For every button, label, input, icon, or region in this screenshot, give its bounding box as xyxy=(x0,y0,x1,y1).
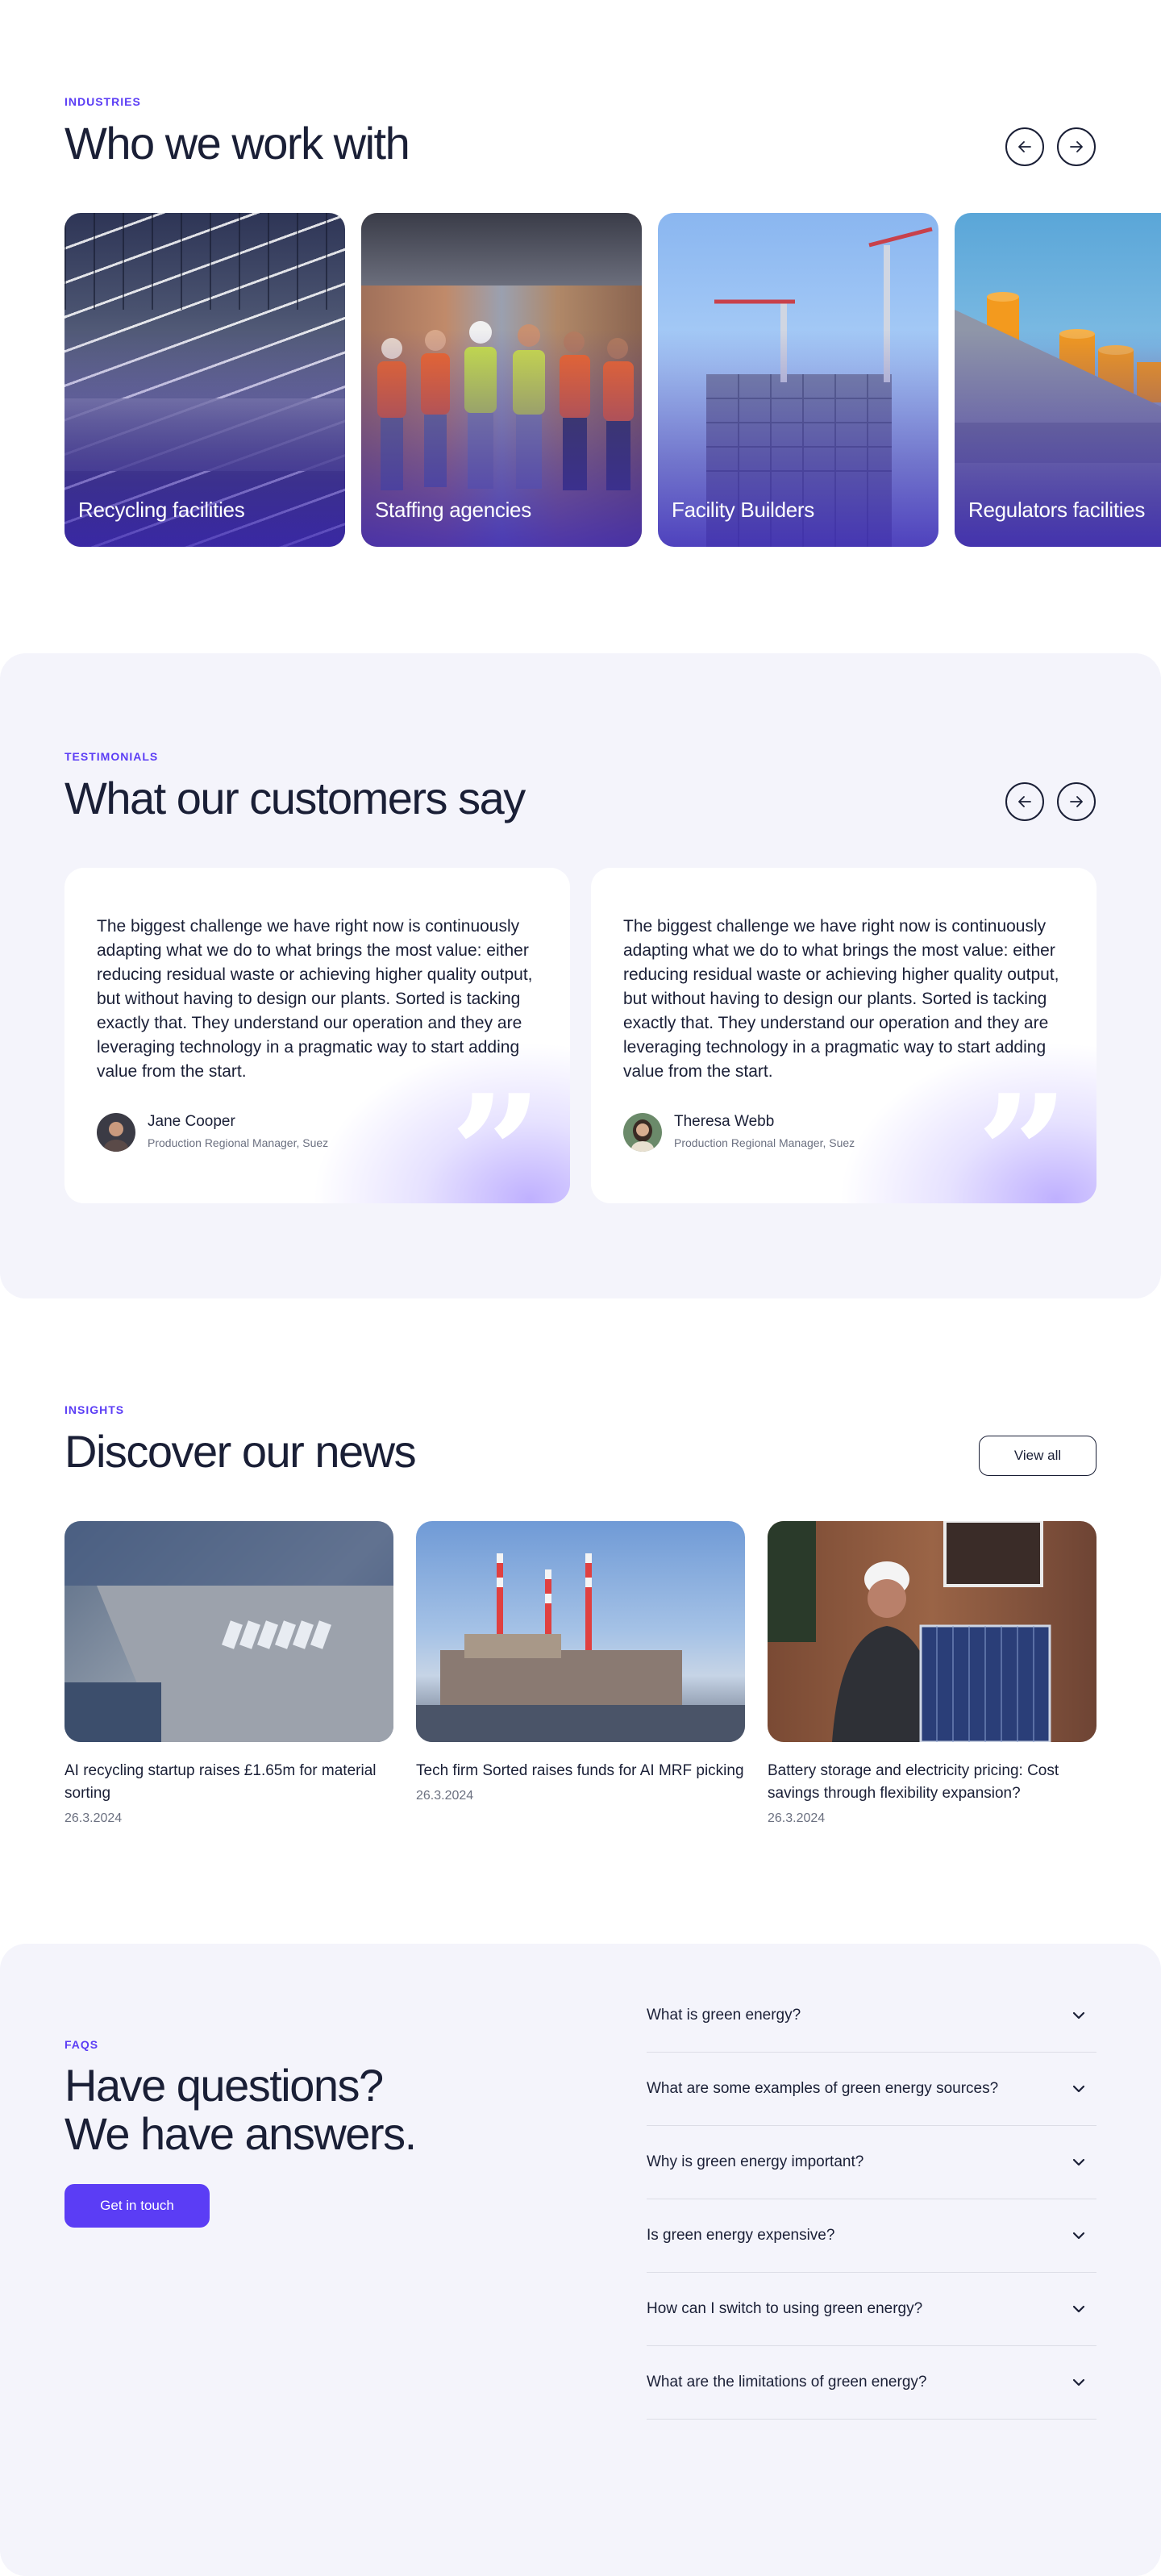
arrow-right-icon xyxy=(1070,141,1083,152)
news-date: 26.3.2024 xyxy=(768,1811,826,1825)
faq-title-line-2: We have answers. xyxy=(64,2108,417,2160)
testimonials-title: What our customers say xyxy=(64,773,526,823)
industry-card-recycling[interactable]: Recycling facilities xyxy=(64,213,345,547)
quote-mark-icon: ” xyxy=(449,1060,543,1204)
news-image xyxy=(64,1521,393,1742)
faq-question: Why is green energy important? xyxy=(647,2153,864,2170)
chevron-down-icon xyxy=(1072,2011,1085,2020)
testimonials-next-button[interactable] xyxy=(1057,782,1096,821)
chevron-down-icon xyxy=(1072,2305,1085,2313)
chevron-down-icon xyxy=(1072,2085,1085,2093)
arrow-left-icon xyxy=(1018,141,1031,152)
faq-title: Have questions? We have answers. xyxy=(64,2061,516,2159)
testimonial-author-role: Production Regional Manager, Suez xyxy=(674,1136,855,1149)
faq-question: How can I switch to using green energy? xyxy=(647,2300,923,2317)
chevron-down-icon xyxy=(1072,2378,1085,2386)
faq-question: What are some examples of green energy s… xyxy=(647,2080,999,2097)
news-image xyxy=(768,1521,1096,1742)
industry-label: Recycling facilities xyxy=(78,498,245,522)
news-headline: AI recycling startup raises £1.65m for m… xyxy=(64,1762,377,1802)
view-all-button[interactable]: View all xyxy=(979,1436,1096,1476)
testimonial-author-name: Theresa Webb xyxy=(674,1113,775,1130)
industries-section: INDUSTRIES Who we work with Recycling fa… xyxy=(0,0,1161,653)
news-image xyxy=(416,1521,745,1742)
testimonials-section: TESTIMONIALS What our customers say The … xyxy=(0,653,1161,1298)
testimonial-author-role: Production Regional Manager, Suez xyxy=(148,1136,329,1149)
faq-item[interactable]: Why is green energy important? xyxy=(647,2126,1096,2199)
faq-item[interactable]: What is green energy? xyxy=(647,1979,1096,2053)
faq-title-line-1: Have questions? xyxy=(64,2060,384,2111)
insights-section: INSIGHTS Discover our news View all AI r… xyxy=(0,1298,1161,1944)
faq-item[interactable]: What are the limitations of green energy… xyxy=(647,2346,1096,2420)
industries-prev-button[interactable] xyxy=(1005,127,1044,166)
testimonial-author-name: Jane Cooper xyxy=(148,1113,235,1130)
testimonials-prev-button[interactable] xyxy=(1005,782,1044,821)
faq-question: What is green energy? xyxy=(647,2007,801,2024)
testimonial-card: The biggest challenge we have right now … xyxy=(591,868,1096,1203)
faq-item[interactable]: How can I switch to using green energy? xyxy=(647,2273,1096,2346)
arrow-left-icon xyxy=(1018,796,1031,807)
insights-title: Discover our news xyxy=(64,1426,417,1477)
industries-title: Who we work with xyxy=(64,118,410,169)
avatar xyxy=(623,1113,662,1152)
arrow-right-icon xyxy=(1070,796,1083,807)
industry-label: Regulators facilities xyxy=(968,498,1146,522)
news-card[interactable]: AI recycling startup raises £1.65m for m… xyxy=(64,1521,393,1826)
industry-card-regulators[interactable]: Regulators facilities xyxy=(955,213,1161,547)
industries-eyebrow: INDUSTRIES xyxy=(64,95,141,108)
faq-question: What are the limitations of green energy… xyxy=(647,2374,927,2391)
testimonial-quote: The biggest challenge we have right now … xyxy=(623,917,1059,1081)
industries-next-button[interactable] xyxy=(1057,127,1096,166)
faq-section: FAQS Have questions? We have answers. Ge… xyxy=(0,1944,1161,2576)
faq-eyebrow: FAQS xyxy=(64,2038,99,2051)
faq-list: What is green energy? What are some exam… xyxy=(647,1979,1096,2420)
faq-item[interactable]: Is green energy expensive? xyxy=(647,2199,1096,2273)
faq-question: Is green energy expensive? xyxy=(647,2227,835,2244)
news-date: 26.3.2024 xyxy=(64,1811,123,1825)
industry-label: Facility Builders xyxy=(672,498,814,522)
industry-card-staffing[interactable]: Staffing agencies xyxy=(361,213,642,547)
news-headline: Battery storage and electricity pricing:… xyxy=(768,1762,1059,1802)
insights-eyebrow: INSIGHTS xyxy=(64,1403,125,1416)
get-in-touch-button[interactable]: Get in touch xyxy=(64,2184,210,2228)
industry-card-builders[interactable]: Facility Builders xyxy=(658,213,938,547)
chevron-down-icon xyxy=(1072,2232,1085,2240)
news-headline: Tech firm Sorted raises funds for AI MRF… xyxy=(416,1762,744,1779)
faq-item[interactable]: What are some examples of green energy s… xyxy=(647,2053,1096,2126)
industry-label: Staffing agencies xyxy=(375,498,531,522)
testimonials-eyebrow: TESTIMONIALS xyxy=(64,750,159,763)
chevron-down-icon xyxy=(1072,2158,1085,2166)
avatar xyxy=(97,1113,135,1152)
news-card[interactable]: Battery storage and electricity pricing:… xyxy=(768,1521,1096,1826)
testimonial-quote: The biggest challenge we have right now … xyxy=(97,917,533,1081)
news-date: 26.3.2024 xyxy=(416,1789,474,1803)
quote-mark-icon: ” xyxy=(976,1060,1069,1204)
testimonial-card: The biggest challenge we have right now … xyxy=(64,868,570,1203)
news-card[interactable]: Tech firm Sorted raises funds for AI MRF… xyxy=(416,1521,745,1803)
